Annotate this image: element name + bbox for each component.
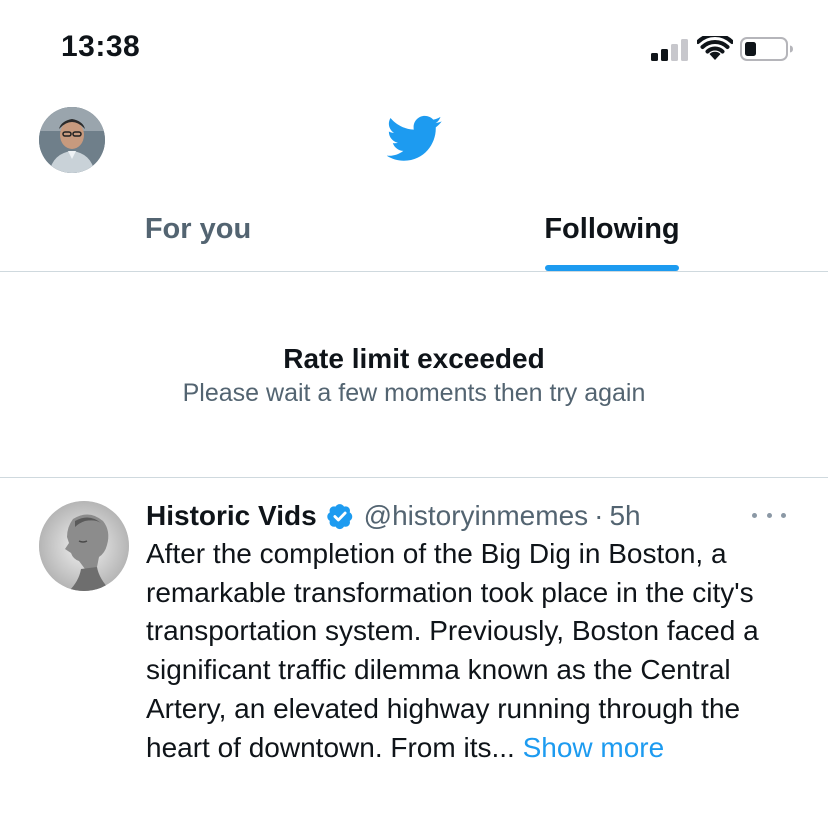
- notice-divider: [0, 477, 828, 478]
- wifi-icon: [697, 36, 733, 60]
- tab-for-you[interactable]: For you: [60, 205, 336, 271]
- user-photo-icon: [39, 107, 105, 173]
- show-more-link[interactable]: Show more: [523, 732, 665, 763]
- bust-portrait-icon: [39, 501, 129, 591]
- tweet-timestamp[interactable]: 5h: [609, 500, 640, 532]
- tweet-text: After the completion of the Big Dig in B…: [146, 538, 759, 763]
- cellular-signal-icon: [651, 39, 691, 61]
- tweet-text-block[interactable]: After the completion of the Big Dig in B…: [146, 535, 806, 767]
- tweet-author-name[interactable]: Historic Vids: [146, 500, 317, 532]
- tab-following-label: Following: [544, 213, 680, 245]
- battery-icon: [740, 37, 793, 61]
- notice-title: Rate limit exceeded: [283, 343, 545, 374]
- status-time: 13:38: [61, 30, 141, 63]
- tweet-author-avatar[interactable]: [39, 501, 129, 591]
- verified-badge-icon: [326, 504, 352, 530]
- tab-following[interactable]: Following: [474, 205, 750, 271]
- tweet-header: Historic Vids @historyinmemes · 5h: [146, 498, 641, 534]
- tab-for-you-label: For you: [144, 213, 252, 245]
- notice-subtitle: Please wait a few moments then try again: [182, 379, 646, 407]
- tweet-separator: ·: [594, 500, 604, 531]
- profile-avatar[interactable]: [39, 107, 105, 173]
- more-options-icon[interactable]: [752, 502, 786, 528]
- tweet-author-handle[interactable]: @historyinmemes: [364, 500, 588, 532]
- twitter-bird-icon[interactable]: [387, 115, 443, 163]
- tabs-divider: [0, 271, 828, 272]
